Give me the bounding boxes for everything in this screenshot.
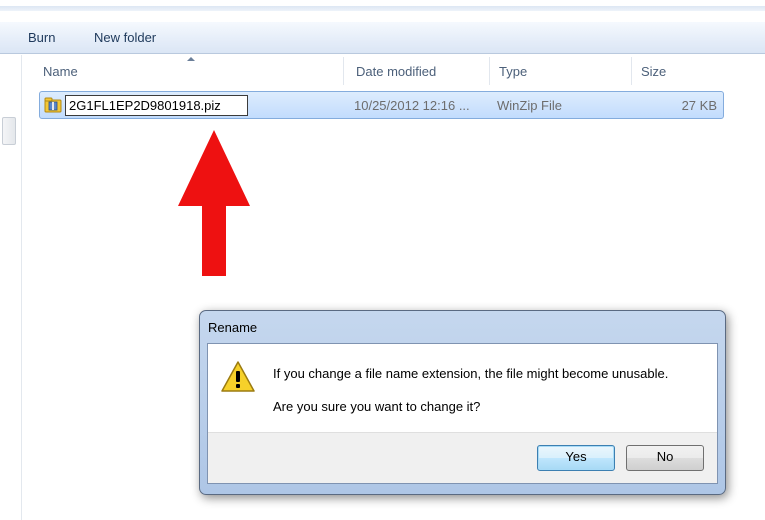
rename-field[interactable]: 2G1FL1EP2D9801918.piz xyxy=(65,95,248,116)
dialog-message-area: If you change a file name extension, the… xyxy=(208,344,717,433)
window-title-strip xyxy=(0,0,765,22)
file-type: WinZip File xyxy=(497,98,563,113)
warning-icon xyxy=(221,361,255,392)
column-header-size[interactable]: Size xyxy=(641,64,666,84)
column-separator[interactable] xyxy=(631,57,632,85)
no-button[interactable]: No xyxy=(626,445,704,471)
sort-ascending-icon xyxy=(187,57,195,61)
nav-scrollbar-thumb[interactable] xyxy=(2,117,16,145)
confirmation-question: Are you sure you want to change it? xyxy=(273,399,481,414)
column-separator[interactable] xyxy=(489,57,490,85)
column-header-name[interactable]: Name xyxy=(43,64,78,84)
column-header-row: Name Date modified Type Size xyxy=(23,55,765,87)
command-bar: Burn New folder xyxy=(0,22,765,54)
yes-button[interactable]: Yes xyxy=(537,445,615,471)
column-header-date-modified[interactable]: Date modified xyxy=(356,64,436,84)
dialog-body: If you change a file name extension, the… xyxy=(207,343,718,484)
file-size: 27 KB xyxy=(681,98,717,113)
burn-button[interactable]: Burn xyxy=(24,28,59,47)
column-separator[interactable] xyxy=(343,57,344,85)
file-row[interactable]: 2G1FL1EP2D9801918.piz 10/25/2012 12:16 .… xyxy=(39,91,724,119)
column-header-type[interactable]: Type xyxy=(499,64,527,84)
warning-message: If you change a file name extension, the… xyxy=(273,366,669,381)
rename-dialog: Rename If you change a file name extensi… xyxy=(199,310,726,495)
new-folder-button[interactable]: New folder xyxy=(90,28,160,47)
navigation-pane[interactable] xyxy=(0,55,22,520)
winzip-file-icon xyxy=(44,97,62,113)
file-date-modified: 10/25/2012 12:16 ... xyxy=(354,98,470,113)
dialog-title: Rename xyxy=(208,320,258,335)
red-arrow-annotation xyxy=(178,130,250,276)
